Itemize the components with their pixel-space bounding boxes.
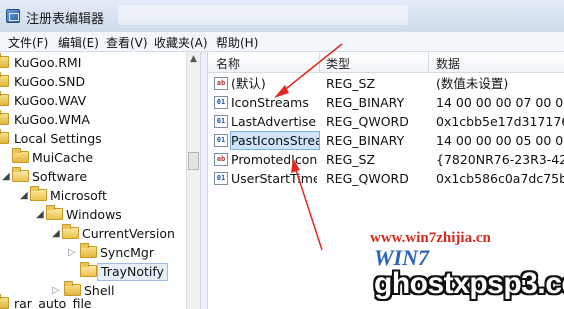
scroll-up-icon[interactable]: ▲: [190, 54, 197, 64]
folder-open-icon: [30, 186, 47, 201]
value-type: REG_SZ: [326, 76, 376, 91]
menu-help[interactable]: 帮助(H): [216, 34, 258, 51]
binary-value-icon: 01: [214, 172, 228, 185]
tree-item-label: CurrentVersion: [82, 226, 175, 241]
value-data: {7820NR76-23R3-4229: [436, 152, 564, 167]
column-header-type[interactable]: 类型: [326, 55, 350, 72]
value-type: REG_QWORD: [326, 114, 409, 129]
folder-icon: [0, 294, 9, 309]
table-row[interactable]: 01 UserStartTime REG_QWORD 0x1cb586c0a7d…: [208, 169, 564, 188]
tree-item-local-settings[interactable]: Local Settings: [0, 129, 186, 148]
table-row[interactable]: ab (默认) REG_SZ (数值未设置): [208, 74, 564, 93]
folder-icon: [80, 243, 97, 258]
tree-item-label: TrayNotify: [97, 263, 168, 281]
menu-file[interactable]: 文件(F): [8, 34, 48, 51]
tree-scrollbar[interactable]: ▲: [186, 52, 200, 309]
regedit-icon: [6, 9, 20, 23]
expand-arrow-icon[interactable]: ◢: [36, 205, 44, 224]
tree-item-label: MuiCache: [32, 150, 94, 165]
tree-item-rar-auto-file[interactable]: rar_auto_file: [0, 294, 186, 309]
value-type: REG_BINARY: [326, 95, 405, 110]
binary-value-icon: 01: [214, 115, 228, 128]
scrollbar-thumb[interactable]: [188, 152, 199, 170]
column-divider[interactable]: [428, 52, 429, 72]
tree-item-label: Software: [32, 169, 88, 184]
folder-icon: [0, 129, 9, 144]
menu-favorites[interactable]: 收藏夹(A): [154, 34, 208, 51]
watermark-ghost-site: ghostxpsp3.com: [374, 267, 564, 300]
value-name: PastIconsStream: [230, 131, 320, 150]
tree-item-traynotify[interactable]: TrayNotify: [0, 262, 186, 281]
value-data: 14 00 00 00 07 00 00 0: [436, 95, 564, 110]
tree-item-currentversion[interactable]: ◢ CurrentVersion: [0, 224, 186, 243]
list-header: 名称 类型 数据: [208, 52, 564, 73]
folder-open-icon: [62, 224, 79, 239]
binary-value-icon: 01: [214, 96, 228, 109]
pane-splitter[interactable]: [200, 52, 208, 309]
tree-item-label: rar_auto_file: [14, 296, 92, 309]
value-data: (数值未设置): [436, 76, 509, 91]
string-value-icon: ab: [214, 153, 228, 166]
value-data: 0x1cbb5e17d317176 (1: [436, 114, 564, 129]
tree-item-label: SyncMgr: [100, 245, 154, 260]
tree-item-kugoo-rmi[interactable]: KuGoo.RMI: [0, 53, 186, 72]
value-type: REG_SZ: [326, 152, 376, 167]
value-data: 0x1cb586c0a7dc75b (1: [436, 171, 564, 186]
tree-item-syncmgr[interactable]: ▷ SyncMgr: [0, 243, 186, 262]
value-name: IconStreams: [231, 95, 309, 110]
value-name: (默认): [231, 76, 266, 91]
binary-value-icon: 01: [214, 134, 228, 147]
value-name: UserStartTime: [231, 171, 317, 186]
value-data: 14 00 00 00 05 00 00 0: [436, 133, 564, 148]
tree-item-label: KuGoo.WAV: [14, 93, 87, 108]
column-header-name[interactable]: 名称: [216, 55, 240, 72]
title-bar-search-area: [118, 5, 408, 25]
folder-icon: [0, 91, 9, 106]
column-divider[interactable]: [319, 52, 320, 72]
menu-edit[interactable]: 编辑(E): [58, 34, 99, 51]
string-value-icon: ab: [214, 77, 228, 90]
tree-item-label: Microsoft: [50, 188, 107, 203]
table-row[interactable]: 01 LastAdvertise... REG_QWORD 0x1cbb5e17…: [208, 112, 564, 131]
collapse-arrow-icon[interactable]: ▷: [68, 243, 76, 262]
registry-editor-window: 注册表编辑器 文件(F) 编辑(E) 查看(V) 收藏夹(A) 帮助(H) Ku…: [0, 0, 564, 309]
registry-tree: KuGoo.RMI KuGoo.SND KuGoo.WAV KuGoo.WMA …: [0, 52, 200, 309]
tree-item-software[interactable]: ◢ Software: [0, 167, 186, 186]
tree-item-kugoo-snd[interactable]: KuGoo.SND: [0, 72, 186, 91]
folder-icon: [0, 110, 9, 125]
tree-item-label: Windows: [66, 207, 122, 222]
folder-open-icon: [12, 167, 29, 182]
tree-item-microsoft[interactable]: ◢ Microsoft: [0, 186, 186, 205]
table-row-selected[interactable]: 01 PastIconsStream REG_BINARY 14 00 00 0…: [208, 131, 564, 150]
folder-open-icon: [46, 205, 63, 220]
value-name: LastAdvertise...: [231, 114, 317, 129]
folder-icon: [0, 72, 9, 87]
folder-icon: [0, 53, 9, 68]
tree-item-muicache[interactable]: MuiCache: [0, 148, 186, 167]
menu-view[interactable]: 查看(V): [106, 34, 148, 51]
expand-arrow-icon[interactable]: ◢: [20, 186, 28, 205]
tree-item-label: KuGoo.SND: [14, 74, 86, 89]
expand-arrow-icon[interactable]: ◢: [52, 224, 60, 243]
folder-open-icon: [80, 262, 97, 277]
tree-item-label: KuGoo.WMA: [14, 112, 90, 127]
expand-arrow-icon[interactable]: ◢: [2, 167, 10, 186]
value-name: PromotedIcon...: [231, 152, 317, 167]
table-row[interactable]: 01 IconStreams REG_BINARY 14 00 00 00 07…: [208, 93, 564, 112]
value-type: REG_BINARY: [326, 133, 405, 148]
tree-item-windows[interactable]: ◢ Windows: [0, 205, 186, 224]
tree-item-label: KuGoo.RMI: [14, 55, 82, 70]
tree-item-kugoo-wma[interactable]: KuGoo.WMA: [0, 110, 186, 129]
title-bar: 注册表编辑器: [0, 0, 564, 33]
folder-icon: [12, 148, 29, 163]
tree-item-label: Local Settings: [14, 131, 102, 146]
window-title: 注册表编辑器: [26, 12, 105, 27]
menu-bar: 文件(F) 编辑(E) 查看(V) 收藏夹(A) 帮助(H): [0, 32, 564, 52]
column-header-data[interactable]: 数据: [436, 55, 460, 72]
tree-item-kugoo-wav[interactable]: KuGoo.WAV: [0, 91, 186, 110]
value-type: REG_QWORD: [326, 171, 409, 186]
table-row[interactable]: ab PromotedIcon... REG_SZ {7820NR76-23R3…: [208, 150, 564, 169]
